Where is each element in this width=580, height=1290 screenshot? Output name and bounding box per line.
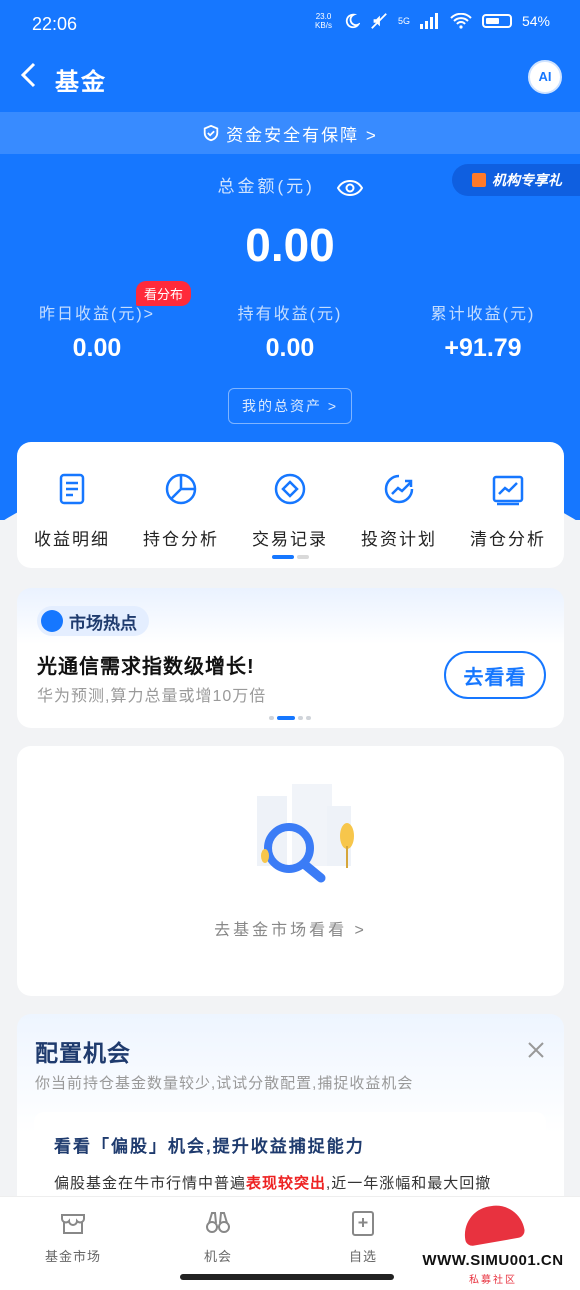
market-title: 光通信需求指数级增长! xyxy=(37,656,255,678)
signal-icon xyxy=(419,13,438,29)
market-hotspot-card[interactable]: 市场热点 光通信需求指数级增长! 华为预测,算力总量或增10万倍 去看看 xyxy=(17,588,564,728)
tab-opportunity[interactable]: 机会 xyxy=(163,1209,273,1265)
back-button[interactable] xyxy=(18,60,38,98)
tool-label: 交易记录 xyxy=(252,530,328,549)
total-label-text: 总金额(元) xyxy=(217,177,315,196)
market-page-indicator xyxy=(269,716,311,720)
total-amount-label: 总金额(元) xyxy=(0,172,580,197)
tab-label: 基金市场 xyxy=(44,1249,101,1264)
search-illustration-icon xyxy=(257,784,354,883)
store-icon xyxy=(61,1214,85,1234)
watermark: WWW.SIMU001.CN 私募社区 xyxy=(406,1200,580,1289)
card-text-before: 偏股基金在牛市行情中普遍 xyxy=(54,1175,247,1192)
tab-label: 自选 xyxy=(348,1249,377,1264)
add-favorite-icon xyxy=(352,1211,374,1236)
total-amount-value: 0.00 xyxy=(245,219,335,271)
wifi-icon xyxy=(450,13,472,29)
tool-investment-plan[interactable]: 投资计划 xyxy=(344,472,454,550)
document-icon xyxy=(59,473,85,505)
my-total-assets-button[interactable]: 我的总资产 > xyxy=(228,388,352,424)
status-bar: 22:06 23.0 KB/s 5G 54% xyxy=(0,0,580,50)
watermark-logo xyxy=(460,1201,526,1247)
safety-banner-text: 资金安全有保障 > xyxy=(226,125,378,145)
go-see-button[interactable]: 去看看 xyxy=(444,651,546,699)
watermark-caption: 私募社区 xyxy=(469,1275,517,1286)
home-indicator xyxy=(180,1274,394,1280)
tool-label: 持仓分析 xyxy=(143,530,219,549)
tab-label: 机会 xyxy=(203,1249,232,1264)
stat-yesterday-income[interactable]: 昨日收益(元)> 0.00 xyxy=(12,300,182,363)
market-subtitle: 华为预测,算力总量或增10万倍 xyxy=(37,688,267,705)
pie-chart-icon xyxy=(165,473,197,505)
network-type: 5G xyxy=(397,16,410,26)
market-tag-label: 市场热点 xyxy=(69,613,137,633)
watermark-url: WWW.SIMU001.CN xyxy=(422,1252,564,1269)
diamond-circle-icon xyxy=(274,473,306,505)
nav-bar: 基金 AI xyxy=(0,52,580,102)
page-title: 基金 xyxy=(55,69,107,96)
card-text-highlight: 表现较突出 xyxy=(246,1175,327,1192)
stat-label: 持有收益(元) xyxy=(237,306,343,323)
biased-stock-text: 偏股基金在牛市行情中普遍表现较突出,近一年涨幅和最大回撤 xyxy=(54,1172,491,1193)
safety-banner[interactable]: 资金安全有保障 > xyxy=(0,112,580,154)
stat-cumulative-income: 累计收益(元) +91.79 xyxy=(398,300,568,363)
tool-holding-analysis[interactable]: 持仓分析 xyxy=(126,472,236,550)
net-speed-value: 23.0 xyxy=(315,12,332,21)
empty-holdings-card: 去基金市场看看 > xyxy=(17,746,564,996)
allocation-opportunity-card: 配置机会 你当前持仓基金数量较少,试试分散配置,捕捉收益机会 看看「偏股」机会,… xyxy=(17,1014,564,1214)
trend-up-icon xyxy=(384,474,414,504)
line-chart-icon xyxy=(492,475,524,506)
battery-level: 54% xyxy=(521,13,550,29)
moon-icon xyxy=(345,13,360,29)
close-icon[interactable] xyxy=(526,1040,546,1060)
status-time: 22:06 xyxy=(32,14,78,34)
tool-grid: 收益明细 持仓分析 交易记录 投资计划 清仓分析 xyxy=(17,442,564,568)
tool-trade-records[interactable]: 交易记录 xyxy=(235,472,345,550)
stat-value: +91.79 xyxy=(444,334,522,362)
mute-icon xyxy=(371,13,387,29)
eye-icon[interactable] xyxy=(336,179,363,197)
tool-label: 投资计划 xyxy=(361,530,437,549)
chevron-left-icon xyxy=(20,62,36,88)
market-hotspot-tag: 市场热点 xyxy=(37,606,149,636)
tab-watchlist[interactable]: 自选 xyxy=(308,1209,418,1265)
card-text-after: ,近一年涨幅和最大回撤 xyxy=(326,1175,492,1192)
biased-stock-title: 看看「偏股」机会,提升收益捕捉能力 xyxy=(54,1137,365,1156)
tool-clearance-analysis[interactable]: 清仓分析 xyxy=(453,472,563,550)
tab-fund-market[interactable]: 基金市场 xyxy=(18,1209,128,1265)
net-speed-unit: KB/s xyxy=(315,21,332,30)
battery-icon xyxy=(481,14,512,28)
tool-label: 收益明细 xyxy=(34,530,110,549)
tool-label: 清仓分析 xyxy=(470,530,546,549)
stat-label: 累计收益(元) xyxy=(430,306,536,323)
tool-income-detail[interactable]: 收益明细 xyxy=(17,472,127,550)
stat-label: 昨日收益(元)> xyxy=(38,306,155,323)
stat-value: 0.00 xyxy=(265,334,315,362)
tool-page-indicator xyxy=(272,555,309,559)
flame-icon xyxy=(41,610,63,632)
binoculars-icon xyxy=(206,1212,230,1233)
shield-icon xyxy=(203,124,219,142)
ai-assistant-button[interactable]: AI xyxy=(528,60,562,94)
config-title: 配置机会 xyxy=(35,1040,131,1066)
go-fund-market-link[interactable]: 去基金市场看看 > xyxy=(17,916,564,940)
stat-holding-income: 持有收益(元) 0.00 xyxy=(205,300,375,363)
stat-value: 0.00 xyxy=(72,334,122,362)
config-subtitle: 你当前持仓基金数量较少,试试分散配置,捕捉收益机会 xyxy=(35,1075,414,1092)
net-speed: 23.0 KB/s xyxy=(315,12,332,30)
